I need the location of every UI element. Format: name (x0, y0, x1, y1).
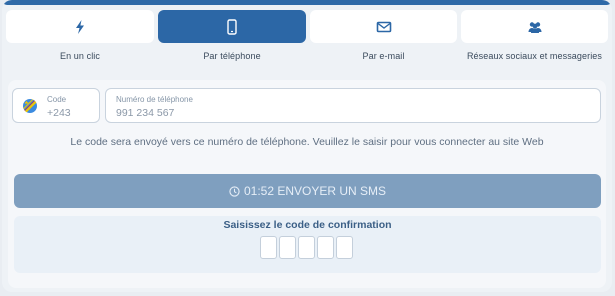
code-digit-input[interactable] (336, 236, 353, 259)
login-panel: En un clic Par téléphone Par e-mail Rése… (2, 0, 612, 292)
code-digit-input[interactable] (298, 236, 315, 259)
country-code-select[interactable]: Code +243 (12, 88, 100, 123)
code-digit-input[interactable] (279, 236, 296, 259)
sms-timer: 01:52 (243, 184, 274, 198)
code-digit-input[interactable] (260, 236, 277, 259)
phone-icon (227, 18, 237, 35)
country-code-value: +243 (47, 107, 71, 119)
login-method-tabs (6, 10, 608, 44)
phone-number-label: Numéro de téléphone (116, 95, 193, 104)
tab-one-click[interactable] (6, 10, 154, 43)
tab-label-email: Par e-mail (362, 51, 405, 61)
users-icon (528, 21, 541, 33)
confirmation-title: Saisissez le code de confirmation (223, 219, 392, 231)
sms-button-label: ENVOYER UN SMS (277, 184, 387, 198)
send-sms-button[interactable]: 01:52 ENVOYER UN SMS (14, 174, 601, 208)
top-strip (2, 0, 612, 5)
phone-number-placeholder: 991 234 567 (116, 107, 175, 119)
phone-number-field[interactable]: Numéro de téléphone 991 234 567 (105, 88, 601, 123)
tab-label-one-click: En un clic (59, 51, 101, 61)
tab-label-social: Réseaux sociaux et messageries (466, 51, 603, 61)
country-code-label: Code (47, 95, 67, 104)
tab-phone[interactable] (158, 10, 306, 43)
envelope-icon (376, 21, 391, 32)
drc-flag-icon (23, 99, 37, 113)
tab-email[interactable] (310, 10, 457, 43)
confirmation-code-inputs (260, 236, 353, 259)
clock-icon (229, 185, 240, 197)
confirmation-section: Saisissez le code de confirmation (14, 216, 601, 273)
tab-social[interactable] (461, 10, 608, 43)
code-digit-input[interactable] (317, 236, 334, 259)
lightning-icon (76, 19, 84, 34)
phone-login-form: Code +243 Numéro de téléphone 991 234 56… (8, 80, 606, 288)
phone-hint-text: Le code sera envoyé vers ce numéro de té… (70, 136, 544, 148)
tab-label-phone: Par téléphone (203, 51, 261, 61)
